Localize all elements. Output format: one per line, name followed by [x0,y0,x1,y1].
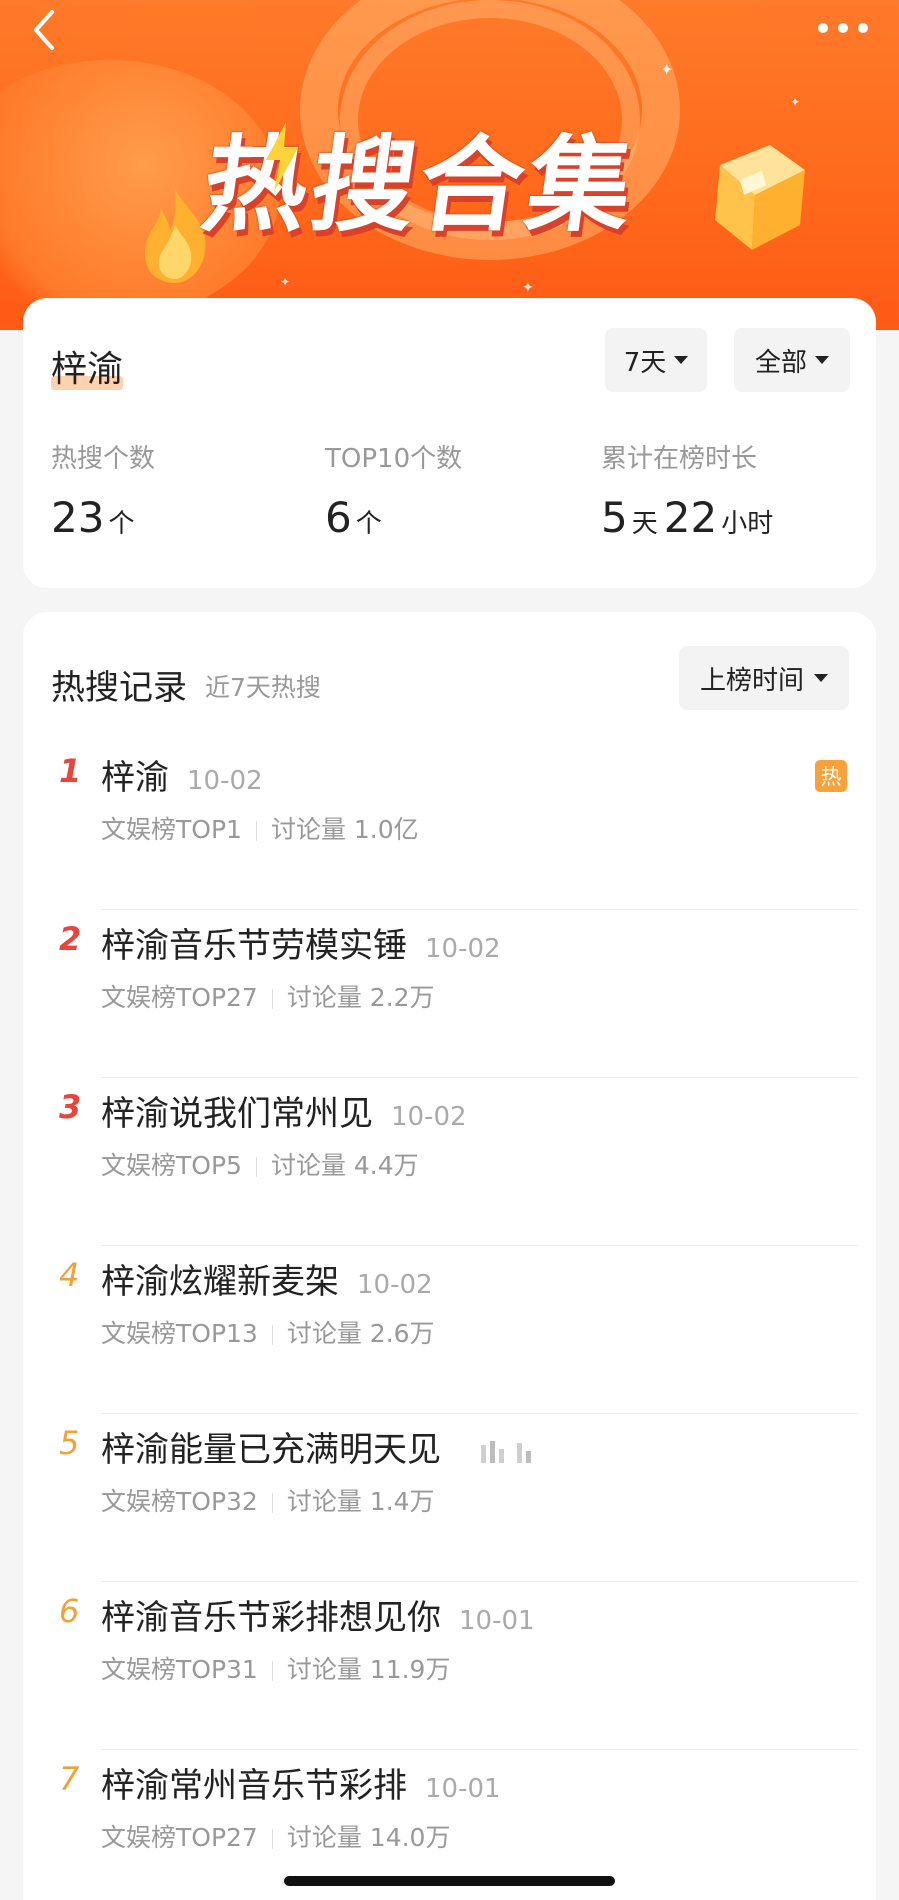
record-title: 梓渝 [101,758,169,798]
record-title: 梓渝音乐节劳模实锤 [101,926,407,966]
summary-card: 梓渝 7天 全部 热搜个数 23 个 TOP10个数 6个 累计在榜时长 5 天 22… [23,298,876,588]
records-list: 1 梓渝 10-02 热 文娱榜TOP1 讨论量 1.0亿 2 梓渝音乐节劳模实锤 1… [23,742,876,1900]
caret-down-icon [814,674,828,682]
record-discussion: 讨论量 14.0万 [286,1823,451,1852]
records-subtitle: 近7天热搜 [205,673,321,702]
record-rank: 5 [59,1424,80,1462]
record-item[interactable]: 2 梓渝音乐节劳模实锤 10-02 文娱榜TOP27 讨论量 2.2万 [23,910,876,1078]
sparkle-icon: ✦ [280,275,291,289]
record-item[interactable]: 1 梓渝 10-02 热 文娱榜TOP1 讨论量 1.0亿 [23,742,876,910]
stat-value: 23 [51,493,105,542]
scope-filter-dropdown[interactable]: 全部 [734,328,850,392]
record-date: 10-02 [425,934,501,964]
stat-label: 热搜个数 [51,444,156,474]
record-rank: 7 [59,1760,80,1798]
topic-name: 梓渝 [51,349,124,390]
record-rank: 6 [59,1592,80,1630]
record-board: 文娱榜TOP13 [101,1319,258,1348]
record-date: 10-02 [187,766,263,796]
stat-duration: 累计在榜时长 5 天 22 小时 [601,438,779,542]
record-board: 文娱榜TOP32 [101,1487,258,1516]
record-title: 梓渝炫耀新麦架 [101,1262,339,1302]
stat-label: TOP10个数 [325,444,463,474]
stat-days-unit: 天 [631,509,658,539]
records-card: 热搜记录 近7天热搜 上榜时间 1 梓渝 10-02 热 文娱榜TOP1 讨论量 1… [23,612,876,1900]
days-filter-dropdown[interactable]: 7天 [605,328,707,392]
record-rank: 4 [59,1256,80,1294]
stat-top10-count: TOP10个数 6个 [325,438,462,542]
record-date: 10-02 [357,1270,433,1300]
record-board: 文娱榜TOP5 [101,1151,242,1180]
records-title: 热搜记录 [51,668,187,708]
topic-title: 梓渝 [51,340,124,392]
page: ✦ ✦ ✦ ✦ 热搜合集 梓渝 7天 全部 热搜个数 23 个 TOP10个数 … [0,0,899,1900]
record-rank: 1 [59,752,82,790]
sort-dropdown[interactable]: 上榜时间 [679,646,849,710]
days-filter-label: 7天 [623,347,667,378]
caret-down-icon [674,356,689,364]
record-discussion: 讨论量 1.0亿 [270,815,419,844]
more-dots-icon [818,23,868,33]
record-title: 梓渝能量已充满明天见 [101,1430,441,1470]
lightning-icon [266,122,298,192]
record-board: 文娱榜TOP31 [101,1655,258,1684]
live-bars-icon [481,1440,531,1463]
record-title: 梓渝常州音乐节彩排 [101,1766,407,1806]
stat-unit: 个 [108,509,135,539]
record-date: 10-01 [459,1606,535,1636]
sort-label: 上榜时间 [699,665,804,696]
back-arrow-icon [34,10,54,50]
stat-days-value: 5 [601,493,628,542]
gift-box-icon [715,145,805,250]
record-item[interactable]: 5 梓渝能量已充满明天见 文娱榜TOP32 讨论量 1.4万 [23,1414,876,1582]
record-rank: 2 [59,920,82,958]
record-discussion: 讨论量 11.9万 [286,1655,451,1684]
hot-search-banner: ✦ ✦ ✦ ✦ 热搜合集 [0,0,899,330]
more-button[interactable] [813,10,873,46]
record-title: 梓渝音乐节彩排想见你 [101,1598,441,1638]
home-indicator[interactable] [284,1876,615,1886]
hot-badge-icon: 热 [815,760,847,792]
record-discussion: 讨论量 4.4万 [270,1151,419,1180]
stat-hours-unit: 小时 [721,509,774,539]
record-discussion: 讨论量 1.4万 [286,1487,435,1516]
sparkle-icon: ✦ [790,95,801,109]
stat-value: 6 [325,493,352,542]
caret-down-icon [815,356,829,364]
back-button[interactable] [22,6,70,54]
stat-hours-value: 22 [663,493,718,542]
record-title: 梓渝说我们常州见 [101,1094,373,1134]
record-date: 10-01 [425,1774,501,1804]
sparkle-icon: ✦ [660,60,674,79]
stat-label: 累计在榜时长 [601,444,758,474]
sparkle-icon: ✦ [522,280,534,296]
record-board: 文娱榜TOP27 [101,1823,258,1852]
record-rank: 3 [59,1088,82,1126]
record-item[interactable]: 6 梓渝音乐节彩排想见你 10-01 文娱榜TOP31 讨论量 11.9万 [23,1582,876,1750]
record-discussion: 讨论量 2.2万 [286,983,435,1012]
record-item[interactable]: 3 梓渝说我们常州见 10-02 文娱榜TOP5 讨论量 4.4万 [23,1078,876,1246]
stat-unit: 个 [355,509,382,539]
scope-filter-label: 全部 [754,347,807,378]
record-board: 文娱榜TOP27 [101,983,258,1012]
stat-hot-count: 热搜个数 23 个 [51,438,155,542]
record-item[interactable]: 4 梓渝炫耀新麦架 10-02 文娱榜TOP13 讨论量 2.6万 [23,1246,876,1414]
record-discussion: 讨论量 2.6万 [286,1319,435,1348]
record-board: 文娱榜TOP1 [101,815,242,844]
record-date: 10-02 [391,1102,467,1132]
